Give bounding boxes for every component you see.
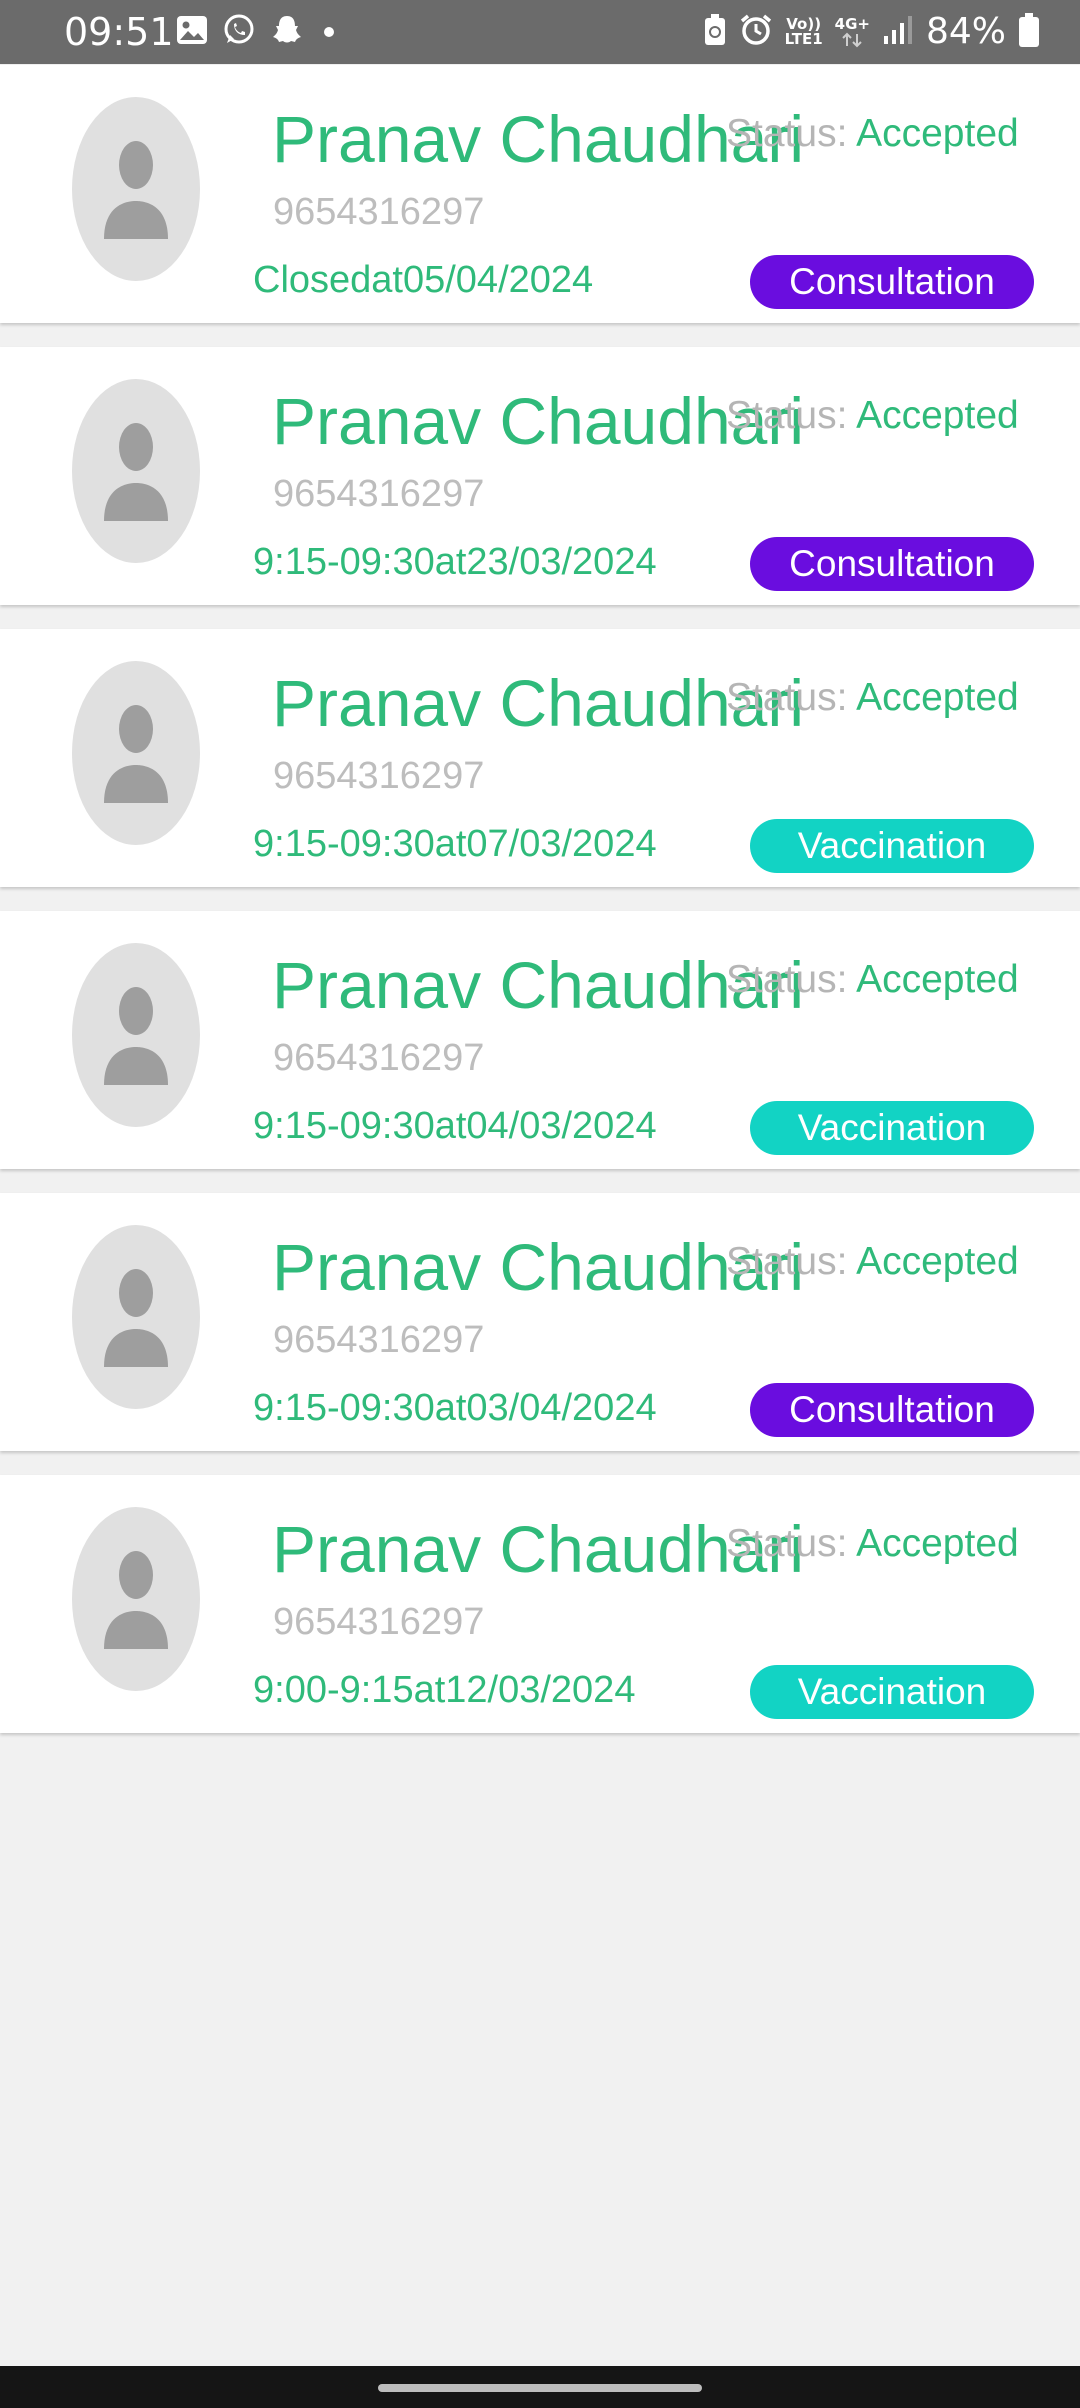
status-line: Status: Accepted [726,393,1019,439]
patient-phone: 9654316297 [273,1037,485,1079]
appointment-time: 9:00-9:15at12/03/2024 [253,1669,636,1711]
status-label: Status: [726,1522,848,1565]
gallery-icon [176,15,208,50]
appointment-time: 9:15-09:30at03/04/2024 [253,1387,657,1429]
whatsapp-icon [222,13,256,52]
appointment-card[interactable]: Pranav Chaudhari 9654316297 Status: Acce… [0,629,1080,887]
appointment-type-badge: Consultation [750,1383,1034,1437]
appointment-time: 9:15-09:30at07/03/2024 [253,823,657,865]
patient-name: Pranav Chaudhari [272,948,804,1022]
patient-phone: 9654316297 [273,1319,485,1361]
status-line: Status: Accepted [726,111,1019,157]
patient-phone: 9654316297 [273,1601,485,1643]
status-line: Status: Accepted [726,957,1019,1003]
status-value: Accepted [856,112,1019,155]
snapchat-icon [270,13,304,52]
avatar-placeholder-icon [72,379,200,563]
status-line: Status: Accepted [726,675,1019,721]
appointment-card[interactable]: Pranav Chaudhari 9654316297 Status: Acce… [0,65,1080,323]
avatar-placeholder-icon [72,943,200,1127]
status-label: Status: [726,676,848,719]
status-time: 09:51 [64,10,174,54]
appointment-type-badge: Vaccination [750,1101,1034,1155]
battery-percent: 84% [925,11,1006,52]
appointment-card[interactable]: Pranav Chaudhari 9654316297 Status: Acce… [0,1193,1080,1451]
battery-icon [1018,12,1040,53]
avatar-placeholder-icon [72,97,200,281]
appointment-type-badge: Consultation [750,255,1034,309]
patient-phone: 9654316297 [273,191,485,233]
appointment-card[interactable]: Pranav Chaudhari 9654316297 Status: Acce… [0,911,1080,1169]
status-bar: 09:51 Vo)) LTE1 4G+ 84% [0,0,1080,64]
battery-saver-icon [703,13,727,52]
status-label: Status: [726,394,848,437]
appointment-time: 9:15-09:30at04/03/2024 [253,1105,657,1147]
system-icons: Vo)) LTE1 4G+ 84% [703,8,1040,56]
patient-phone: 9654316297 [273,755,485,797]
navigation-bar [0,2366,1080,2408]
patient-name: Pranav Chaudhari [272,1230,804,1304]
patient-name: Pranav Chaudhari [272,102,804,176]
home-gesture-handle[interactable] [378,2384,702,2392]
status-label: Status: [726,1240,848,1283]
avatar-placeholder-icon [72,661,200,845]
status-value: Accepted [856,394,1019,437]
network-4g-icon: 4G+ [835,16,870,48]
appointment-type-badge: Vaccination [750,819,1034,873]
appointment-type-badge: Vaccination [750,1665,1034,1719]
appointment-time: 9:15-09:30at23/03/2024 [253,541,657,583]
alarm-icon [739,13,773,52]
patient-name: Pranav Chaudhari [272,666,804,740]
status-line: Status: Accepted [726,1239,1019,1285]
status-label: Status: [726,958,848,1001]
more-notifications-dot-icon [324,27,334,37]
notification-icons [176,14,334,50]
status-value: Accepted [856,676,1019,719]
patient-name: Pranav Chaudhari [272,384,804,458]
volte-icon: Vo)) LTE1 [784,15,823,48]
patient-phone: 9654316297 [273,473,485,515]
status-line: Status: Accepted [726,1521,1019,1567]
appointment-time: Closedat05/04/2024 [253,259,594,301]
patient-name: Pranav Chaudhari [272,1512,804,1586]
appointment-type-badge: Consultation [750,537,1034,591]
status-value: Accepted [856,1240,1019,1283]
appointment-card[interactable]: Pranav Chaudhari 9654316297 Status: Acce… [0,347,1080,605]
status-value: Accepted [856,1522,1019,1565]
avatar-placeholder-icon [72,1225,200,1409]
signal-icon [882,14,914,51]
status-label: Status: [726,112,848,155]
appointment-card[interactable]: Pranav Chaudhari 9654316297 Status: Acce… [0,1475,1080,1733]
status-value: Accepted [856,958,1019,1001]
avatar-placeholder-icon [72,1507,200,1691]
